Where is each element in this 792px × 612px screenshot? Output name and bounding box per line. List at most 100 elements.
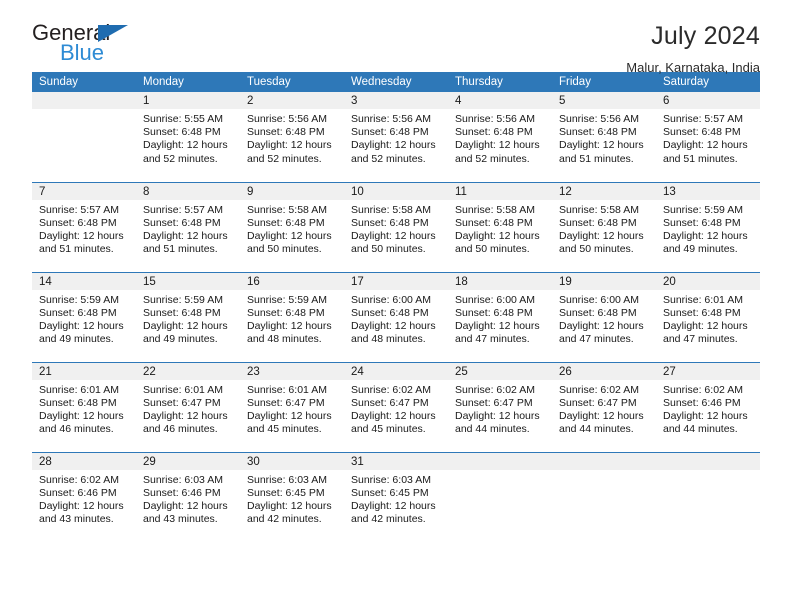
day-number: 12	[552, 182, 656, 200]
calendar-day-cell[interactable]: 18 Sunrise: 6:00 AM Sunset: 6:48 PM Dayligh…	[448, 271, 552, 362]
calendar-week-row: 1 Sunrise: 5:55 AM Sunset: 6:48 PM Daylight…	[32, 92, 760, 182]
calendar-day-cell[interactable]: 6 Sunrise: 5:57 AM Sunset: 6:48 PM Daylight…	[656, 92, 760, 182]
calendar-day-cell[interactable]: 30 Sunrise: 6:03 AM Sunset: 6:45 PM Dayligh…	[240, 451, 344, 542]
sunrise-text: Sunrise: 6:03 AM	[351, 473, 431, 486]
daylight-text-cont: and 51 minutes.	[559, 152, 634, 165]
day-details	[32, 109, 136, 113]
sunrise-text: Sunrise: 5:57 AM	[663, 113, 743, 125]
day-details: Sunrise: 6:03 AM Sunset: 6:45 PM Daylight:…	[240, 470, 344, 527]
calendar-day-cell[interactable]: 1 Sunrise: 5:55 AM Sunset: 6:48 PM Daylight…	[136, 92, 240, 182]
day-number: 31	[344, 452, 448, 470]
calendar-day-cell[interactable]: 29 Sunrise: 6:03 AM Sunset: 6:46 PM Dayligh…	[136, 451, 240, 542]
sunrise-text: Sunrise: 5:56 AM	[351, 113, 431, 125]
day-details: Sunrise: 5:59 AM Sunset: 6:48 PM Daylight:…	[240, 290, 344, 347]
calendar-day-cell[interactable]: 10 Sunrise: 5:58 AM Sunset: 6:48 PM Dayligh…	[344, 181, 448, 272]
calendar-day-cell[interactable]: 12 Sunrise: 5:58 AM Sunset: 6:48 PM Dayligh…	[552, 181, 656, 272]
calendar-day-cell[interactable]: 11 Sunrise: 5:58 AM Sunset: 6:48 PM Dayligh…	[448, 181, 552, 272]
calendar-day-cell[interactable]: 13 Sunrise: 5:59 AM Sunset: 6:48 PM Dayligh…	[656, 181, 760, 272]
day-details: Sunrise: 5:58 AM Sunset: 6:48 PM Daylight:…	[344, 200, 448, 257]
calendar-day-cell[interactable]: 17 Sunrise: 6:00 AM Sunset: 6:48 PM Dayligh…	[344, 271, 448, 362]
daylight-text: Daylight: 12 hours	[39, 229, 124, 242]
day-details	[656, 470, 760, 474]
calendar-day-cell[interactable]: 24 Sunrise: 6:02 AM Sunset: 6:47 PM Dayligh…	[344, 361, 448, 452]
sunset-text: Sunset: 6:48 PM	[143, 126, 221, 139]
day-details: Sunrise: 5:56 AM Sunset: 6:48 PM Daylight:…	[448, 109, 552, 166]
calendar-day-cell[interactable]: 5 Sunrise: 5:56 AM Sunset: 6:48 PM Daylight…	[552, 92, 656, 182]
calendar-day-cell[interactable]: 7 Sunrise: 5:57 AM Sunset: 6:48 PM Daylight…	[32, 181, 136, 272]
calendar-day-cell[interactable]: 19 Sunrise: 6:00 AM Sunset: 6:48 PM Dayligh…	[552, 271, 656, 362]
calendar-day-cell[interactable]: 26 Sunrise: 6:02 AM Sunset: 6:47 PM Dayligh…	[552, 361, 656, 452]
sunrise-text: Sunrise: 6:02 AM	[455, 383, 535, 396]
calendar-day-cell[interactable]: 28 Sunrise: 6:02 AM Sunset: 6:46 PM Dayligh…	[32, 451, 136, 542]
daylight-text: Daylight: 12 hours	[559, 139, 644, 152]
calendar-day-cell[interactable]: 21 Sunrise: 6:01 AM Sunset: 6:48 PM Dayligh…	[32, 361, 136, 452]
sunset-text: Sunset: 6:46 PM	[143, 486, 221, 499]
sunrise-text: Sunrise: 5:56 AM	[455, 113, 535, 125]
day-number: 25	[448, 362, 552, 380]
sunrise-text: Sunrise: 5:58 AM	[559, 203, 639, 216]
calendar-day-cell[interactable]: 2 Sunrise: 5:56 AM Sunset: 6:48 PM Daylight…	[240, 92, 344, 182]
daylight-text-cont: and 52 minutes.	[247, 152, 322, 165]
daylight-text-cont: and 46 minutes.	[39, 423, 114, 436]
day-number: 20	[656, 272, 760, 290]
sunrise-text: Sunrise: 6:00 AM	[559, 293, 639, 306]
day-details: Sunrise: 5:59 AM Sunset: 6:48 PM Daylight:…	[32, 290, 136, 347]
daylight-text-cont: and 47 minutes.	[559, 333, 634, 346]
sunrise-text: Sunrise: 5:55 AM	[143, 113, 223, 125]
sunrise-text: Sunrise: 5:59 AM	[663, 203, 743, 216]
daylight-text: Daylight: 12 hours	[351, 319, 436, 332]
title-block: July 2024 Malur, Karnataka, India	[626, 22, 760, 75]
day-number: 29	[136, 452, 240, 470]
daylight-text: Daylight: 12 hours	[247, 139, 332, 152]
sunrise-text: Sunrise: 5:57 AM	[39, 203, 119, 216]
day-details: Sunrise: 5:57 AM Sunset: 6:48 PM Daylight:…	[656, 109, 760, 166]
day-number: 4	[448, 92, 552, 109]
day-details: Sunrise: 5:59 AM Sunset: 6:48 PM Daylight:…	[656, 200, 760, 257]
sunrise-text: Sunrise: 5:56 AM	[559, 113, 639, 125]
daylight-text-cont: and 50 minutes.	[247, 243, 322, 256]
sunset-text: Sunset: 6:48 PM	[247, 126, 325, 139]
calendar-day-cell[interactable]: 25 Sunrise: 6:02 AM Sunset: 6:47 PM Dayligh…	[448, 361, 552, 452]
general-blue-logo[interactable]: General Blue	[32, 22, 152, 68]
weekday-header-sunday: Sunday	[32, 72, 136, 92]
day-number: 7	[32, 182, 136, 200]
day-details: Sunrise: 6:02 AM Sunset: 6:46 PM Daylight:…	[656, 380, 760, 437]
calendar-day-cell[interactable]: 3 Sunrise: 5:56 AM Sunset: 6:48 PM Daylight…	[344, 92, 448, 182]
calendar-day-cell[interactable]: 8 Sunrise: 5:57 AM Sunset: 6:48 PM Daylight…	[136, 181, 240, 272]
page-title: July 2024	[651, 22, 760, 50]
sunset-text: Sunset: 6:48 PM	[39, 216, 117, 229]
calendar-day-cell[interactable]: 20 Sunrise: 6:01 AM Sunset: 6:48 PM Dayligh…	[656, 271, 760, 362]
daylight-text: Daylight: 12 hours	[663, 139, 748, 152]
calendar-day-cell[interactable]: 23 Sunrise: 6:01 AM Sunset: 6:47 PM Dayligh…	[240, 361, 344, 452]
day-details: Sunrise: 5:57 AM Sunset: 6:48 PM Daylight:…	[136, 200, 240, 257]
calendar-day-cell[interactable]: 22 Sunrise: 6:01 AM Sunset: 6:47 PM Dayligh…	[136, 361, 240, 452]
sunset-text: Sunset: 6:48 PM	[663, 306, 741, 319]
daylight-text-cont: and 50 minutes.	[351, 243, 426, 256]
daylight-text: Daylight: 12 hours	[455, 319, 540, 332]
calendar-day-cell[interactable]: 16 Sunrise: 5:59 AM Sunset: 6:48 PM Dayligh…	[240, 271, 344, 362]
calendar-day-cell[interactable]: 27 Sunrise: 6:02 AM Sunset: 6:46 PM Dayligh…	[656, 361, 760, 452]
sunrise-text: Sunrise: 5:58 AM	[455, 203, 535, 216]
calendar-day-cell[interactable]: 4 Sunrise: 5:56 AM Sunset: 6:48 PM Daylight…	[448, 92, 552, 182]
weekday-header-wednesday: Wednesday	[344, 72, 448, 92]
daylight-text-cont: and 50 minutes.	[455, 243, 530, 256]
calendar-day-cell[interactable]: 31 Sunrise: 6:03 AM Sunset: 6:45 PM Dayligh…	[344, 451, 448, 542]
day-details: Sunrise: 6:02 AM Sunset: 6:46 PM Daylight:…	[32, 470, 136, 527]
day-number: 8	[136, 182, 240, 200]
day-number: 9	[240, 182, 344, 200]
day-details: Sunrise: 6:02 AM Sunset: 6:47 PM Daylight:…	[344, 380, 448, 437]
daylight-text: Daylight: 12 hours	[559, 409, 644, 422]
day-details: Sunrise: 6:03 AM Sunset: 6:45 PM Daylight:…	[344, 470, 448, 527]
sunrise-text: Sunrise: 6:01 AM	[663, 293, 743, 306]
daylight-text-cont: and 47 minutes.	[663, 333, 738, 346]
daylight-text: Daylight: 12 hours	[143, 139, 228, 152]
calendar-day-cell[interactable]: 15 Sunrise: 5:59 AM Sunset: 6:48 PM Dayligh…	[136, 271, 240, 362]
day-number: 23	[240, 362, 344, 380]
sunrise-text: Sunrise: 5:57 AM	[143, 203, 223, 216]
weekday-header-thursday: Thursday	[448, 72, 552, 92]
weekday-header-friday: Friday	[552, 72, 656, 92]
calendar-day-cell[interactable]: 14 Sunrise: 5:59 AM Sunset: 6:48 PM Dayligh…	[32, 271, 136, 362]
calendar-day-cell[interactable]: 9 Sunrise: 5:58 AM Sunset: 6:48 PM Daylight…	[240, 181, 344, 272]
sunset-text: Sunset: 6:48 PM	[351, 216, 429, 229]
daylight-text: Daylight: 12 hours	[663, 319, 748, 332]
